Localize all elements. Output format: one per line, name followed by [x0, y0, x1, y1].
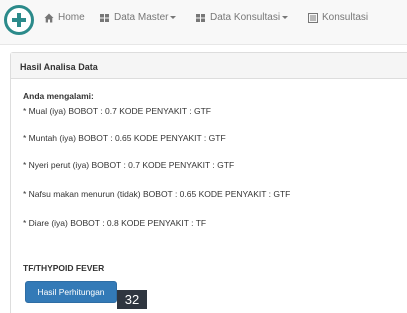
home-icon — [44, 13, 54, 22]
grid-icon — [196, 13, 205, 22]
symptom-item: * Muntah (iya) BOBOT : 0.65 KODE PENYAKI… — [23, 133, 226, 143]
nav-data-master[interactable]: Data Master — [100, 12, 177, 23]
nav-data-konsultasi-label: Data Konsultasi — [210, 12, 281, 23]
logo[interactable] — [4, 5, 34, 35]
caret-down-icon — [170, 16, 177, 19]
intro-text: Anda mengalami: — [23, 91, 94, 101]
page-number-badge: 32 — [117, 290, 147, 309]
medical-cross-icon — [12, 13, 26, 27]
symptom-item: * Mual (iya) BOBOT : 0.7 KODE PENYAKIT :… — [23, 106, 211, 116]
hasil-perhitungan-button[interactable]: Hasil Perhitungan — [25, 281, 117, 303]
grid-icon — [100, 13, 109, 22]
result-panel: Hasil Analisa Data Anda mengalami: * Mua… — [10, 52, 407, 313]
nav-data-konsultasi[interactable]: Data Konsultasi — [196, 12, 289, 23]
symptom-item: * Nafsu makan menurun (tidak) BOBOT : 0.… — [23, 189, 291, 199]
caret-down-icon — [282, 16, 289, 19]
nav-home-label: Home — [58, 12, 85, 23]
symptom-item: * Diare (iya) BOBOT : 0.8 KODE PENYAKIT … — [23, 218, 207, 228]
symptom-item: * Nyeri perut (iya) BOBOT : 0.7 KODE PEN… — [23, 160, 235, 170]
nav-konsultasi[interactable]: Konsultasi — [308, 12, 368, 23]
nav-data-master-label: Data Master — [114, 12, 169, 23]
nav-konsultasi-label: Konsultasi — [322, 12, 369, 23]
list-alt-icon — [308, 12, 318, 23]
navbar: Home Data Master Data Konsultasi Konsult… — [0, 0, 407, 45]
diagnosis-result: TF/THYPOID FEVER — [23, 263, 105, 273]
panel-heading: Hasil Analisa Data — [11, 53, 407, 79]
nav-home[interactable]: Home — [44, 12, 85, 23]
